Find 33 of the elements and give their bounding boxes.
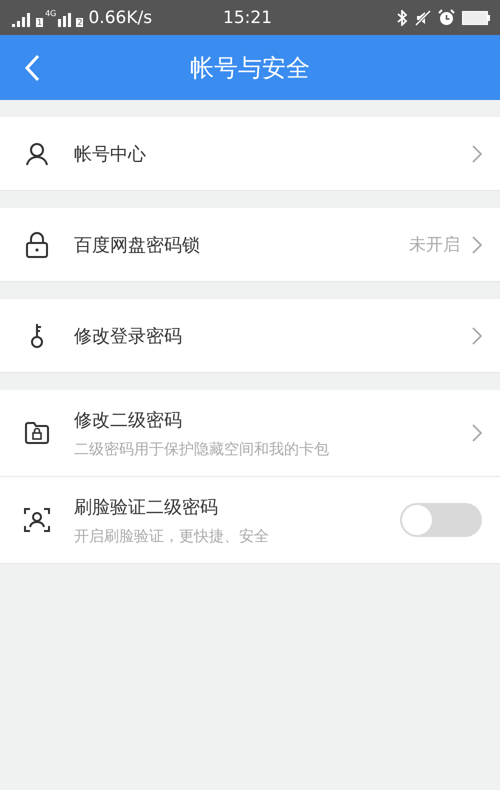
folder-lock-icon xyxy=(24,422,50,444)
page-title: 帐号与安全 xyxy=(190,52,310,84)
padlock-icon xyxy=(24,232,50,258)
muted-speaker-icon xyxy=(415,10,431,26)
bluetooth-icon xyxy=(396,10,408,26)
item-description: 二级密码用于保护隐藏空间和我的卡包 xyxy=(74,440,330,458)
network-type: 4G xyxy=(45,8,56,18)
item-label: 修改登录密码 xyxy=(74,324,183,348)
person-icon xyxy=(24,142,50,166)
item-label: 刷脸验证二级密码 xyxy=(74,496,219,518)
battery-icon xyxy=(462,10,490,24)
settings-item[interactable]: 修改二级密码 二级密码用于保护隐藏空间和我的卡包 xyxy=(0,390,500,476)
chevron-icon xyxy=(472,424,482,442)
chevron-icon xyxy=(472,236,482,254)
clock: 15:21 xyxy=(223,8,272,28)
chevron-icon xyxy=(472,144,482,162)
item-label: 百度网盘密码锁 xyxy=(74,234,201,256)
toggle-switch[interactable] xyxy=(400,503,482,537)
sim-number: 1 xyxy=(36,18,44,26)
sim-number: 2 xyxy=(76,18,84,26)
alarm-icon xyxy=(438,9,455,26)
settings-item[interactable]: 百度网盘密码锁 未开启 xyxy=(0,208,500,281)
settings-item[interactable]: 刷脸验证二级密码 开启刷脸验证，更快捷、安全 xyxy=(0,476,500,563)
settings-item[interactable]: 帐号中心 xyxy=(0,117,500,190)
item-status: 未开启 xyxy=(409,234,460,256)
network-speed: 0.66K/s xyxy=(88,8,152,26)
face-scan-icon xyxy=(24,507,50,533)
item-description: 开启刷脸验证，更快捷、安全 xyxy=(74,526,270,546)
item-label: 帐号中心 xyxy=(74,142,147,166)
chevron-icon xyxy=(472,326,482,344)
back-icon[interactable] xyxy=(24,54,40,82)
item-label: 修改二级密码 xyxy=(74,408,183,432)
settings-item[interactable]: 修改登录密码 xyxy=(0,299,500,372)
